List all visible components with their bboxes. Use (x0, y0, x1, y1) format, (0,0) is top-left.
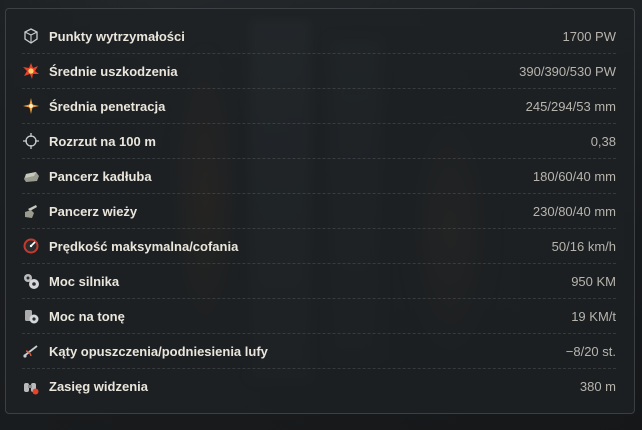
engine-power-icon (22, 272, 40, 290)
stat-row-power-to-weight: Moc na tonę 19 KM/t (22, 299, 616, 334)
hit-points-icon (22, 27, 40, 45)
stat-label: Prędkość maksymalna/cofania (49, 238, 239, 254)
stat-value: 1700 PW (562, 28, 616, 44)
hull-armor-icon (22, 167, 40, 185)
stat-label: Średnie uszkodzenia (49, 63, 178, 79)
stat-value: 245/294/53 mm (525, 98, 616, 114)
stat-label: Moc silnika (49, 273, 120, 289)
stat-label: Zasięg widzenia (49, 379, 148, 394)
average-damage-icon (22, 62, 40, 80)
stat-value: 19 KM/t (571, 308, 616, 324)
stat-value: 180/60/40 mm (532, 168, 616, 184)
stat-row-view-range: Zasięg widzenia 380 m (22, 369, 616, 404)
stat-row-engine-power: Moc silnika 950 KM (22, 264, 616, 299)
stat-label: Punkty wytrzymałości (49, 28, 185, 44)
stat-row-hull-armor: Pancerz kadłuba 180/60/40 mm (22, 159, 616, 194)
stat-label: Pancerz kadłuba (49, 168, 152, 184)
stat-label: Rozrzut na 100 m (49, 133, 156, 149)
stat-label: Pancerz wieży (49, 203, 138, 219)
power-to-weight-icon (22, 307, 40, 325)
stat-value: 950 KM (571, 273, 616, 289)
stat-row-speed: Prędkość maksymalna/cofania 50/16 km/h (22, 229, 616, 264)
stat-value: 390/390/530 PW (519, 63, 616, 79)
stat-value: −8/20 st. (565, 343, 616, 359)
stat-row-turret-armor: Pancerz wieży 230/80/40 mm (22, 194, 616, 229)
stat-label: Kąty opuszczenia/podniesienia lufy (49, 343, 268, 359)
stat-label: Średnia penetracja (49, 98, 166, 114)
speed-gauge-icon (22, 237, 40, 255)
stat-value: 50/16 km/h (551, 238, 616, 254)
stat-label: Moc na tonę (49, 308, 125, 324)
stat-row-hit-points: Punkty wytrzymałości 1700 PW (22, 19, 616, 54)
gun-elevation-icon (22, 342, 40, 360)
stat-row-dispersion: Rozrzut na 100 m 0,38 (22, 124, 616, 159)
stat-value: 380 m (579, 379, 616, 394)
dispersion-icon (22, 132, 40, 150)
average-penetration-icon (22, 97, 40, 115)
stat-row-average-penetration: Średnia penetracja 245/294/53 mm (22, 89, 616, 124)
vehicle-stats-panel: Punkty wytrzymałości 1700 PW Średnie usz… (5, 8, 635, 414)
stat-value: 0,38 (590, 133, 616, 149)
stat-value: 230/80/40 mm (532, 203, 616, 219)
turret-armor-icon (22, 202, 40, 220)
view-range-icon (22, 378, 40, 396)
stat-row-gun-elevation: Kąty opuszczenia/podniesienia lufy −8/20… (22, 334, 616, 369)
stat-row-average-damage: Średnie uszkodzenia 390/390/530 PW (22, 54, 616, 89)
